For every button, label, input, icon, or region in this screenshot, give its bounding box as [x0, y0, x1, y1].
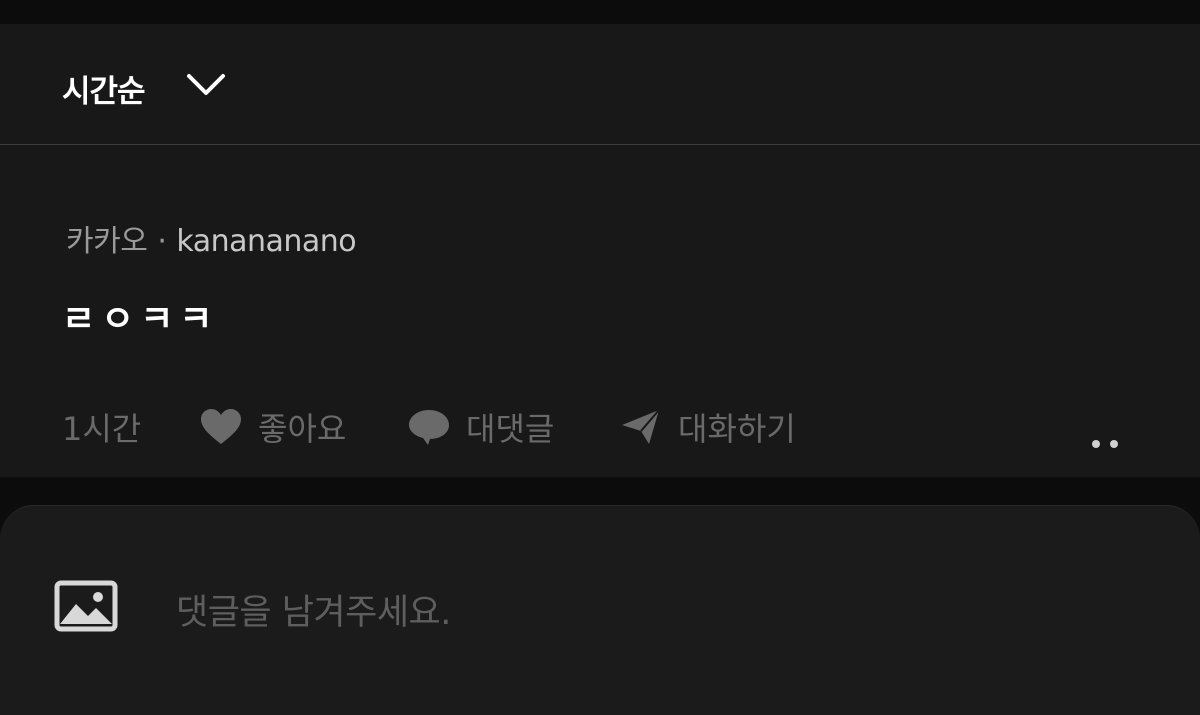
comment-text: ㄹㅇㅋㅋ — [62, 299, 219, 340]
heart-icon — [201, 409, 241, 444]
comment-meta: 카카오 · kanananano — [66, 216, 357, 260]
more-options-icon[interactable] — [1092, 418, 1142, 486]
speech-bubble-icon — [409, 410, 449, 445]
more-dot-icon — [1092, 440, 1100, 448]
time-label: 1시간 — [62, 410, 142, 448]
comment-actions: 1시간 좋아요 대댓글 대화하기 — [0, 396, 1200, 486]
like-label: 좋아요 — [258, 410, 347, 448]
like-button[interactable]: 좋아요 — [200, 404, 346, 450]
comment-time: 1시간 — [62, 404, 141, 450]
username[interactable]: kanananano — [176, 224, 356, 259]
reply-button[interactable]: 대댓글 — [408, 404, 554, 450]
image-icon[interactable] — [54, 580, 118, 632]
chevron-down-icon[interactable] — [186, 72, 226, 98]
provider-label: 카카오 — [66, 224, 148, 259]
reply-label: 대댓글 — [466, 410, 555, 448]
more-dot-icon — [1110, 440, 1118, 448]
comment-composer[interactable]: 댓글을 남겨주세요. — [0, 505, 1200, 715]
comment-input[interactable]: 댓글을 남겨주세요. — [176, 584, 451, 635]
sort-bar[interactable]: 시간순 — [0, 24, 1200, 145]
comment-panel: 시간순 카카오 · kanananano ㄹㅇㅋㅋ 1시간 좋아요 대댓글 대화… — [0, 24, 1200, 486]
section-gap — [0, 477, 1200, 507]
chat-label: 대화하기 — [678, 410, 796, 448]
meta-separator: · — [157, 224, 167, 259]
chat-button[interactable]: 대화하기 — [620, 404, 796, 450]
sort-label[interactable]: 시간순 — [62, 66, 146, 111]
send-icon — [622, 409, 660, 444]
comment-item: 카카오 · kanananano ㄹㅇㅋㅋ 1시간 좋아요 대댓글 대화하기 — [0, 146, 1200, 486]
top-strip — [0, 0, 1200, 24]
